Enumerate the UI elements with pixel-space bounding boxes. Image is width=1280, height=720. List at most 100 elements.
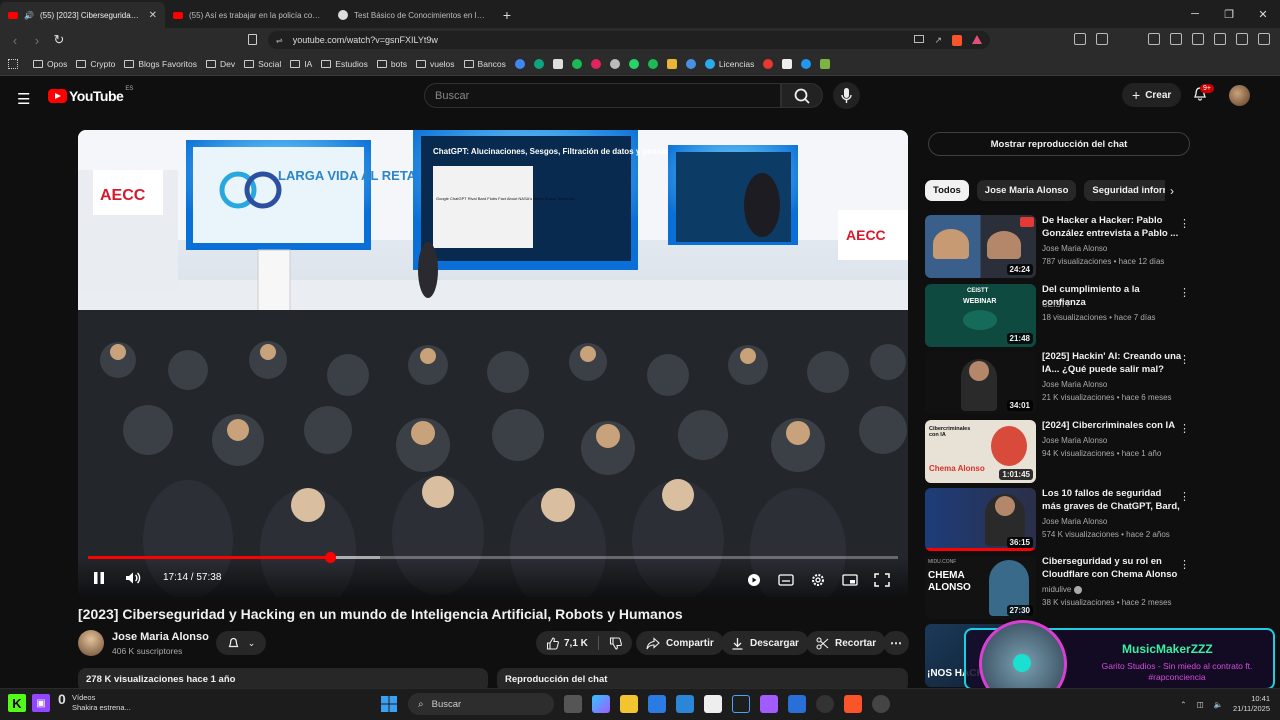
account-avatar[interactable]	[1229, 85, 1250, 106]
recommendation-item[interactable]: CEISTT WEBINAR 21:48 Del cumplimiento a …	[925, 284, 1190, 347]
chevron-up-icon[interactable]: ⌃	[1180, 700, 1186, 709]
notion-icon[interactable]	[552, 58, 563, 69]
taskbar-search[interactable]: ⌕ Buscar	[408, 693, 554, 715]
spotify-icon[interactable]	[647, 58, 658, 69]
subscribed-bell-button[interactable]: ⌄	[216, 631, 266, 655]
windows-start-icon[interactable]	[380, 695, 398, 713]
forward-icon[interactable]: ›	[26, 33, 48, 48]
volume-button[interactable]	[125, 571, 143, 585]
app-icon[interactable]	[760, 695, 778, 713]
powershell-icon[interactable]	[788, 695, 806, 713]
news-widget[interactable]: 0 Vídeos Shakira estrena...	[58, 692, 131, 713]
chip-all[interactable]: Todos	[925, 180, 969, 201]
site-icon[interactable]	[782, 58, 793, 69]
more-vertical-icon[interactable]: ⋮	[1179, 286, 1190, 299]
rec-channel[interactable]: Jose Maria Alonso	[1042, 436, 1107, 445]
youtube-logo[interactable]: YouTube ES	[48, 86, 133, 104]
bookmark-crypto[interactable]: Crypto	[76, 59, 115, 69]
cast-icon[interactable]	[914, 34, 925, 43]
site-icon[interactable]	[571, 58, 582, 69]
chip-channel[interactable]: Jose Maria Alonso	[976, 180, 1077, 201]
more-vertical-icon[interactable]: ⋮	[1179, 422, 1190, 435]
vpn-icon[interactable]	[1236, 33, 1248, 45]
bookmark-vuelos[interactable]: vuelos	[415, 59, 455, 69]
minimize-icon[interactable]: ─	[1178, 8, 1212, 20]
extension-icon[interactable]	[1074, 33, 1086, 45]
bookmark-dev[interactable]: Dev	[205, 59, 235, 69]
recommendation-item[interactable]: MIDU.CONF CHEMA ALONSO 27:30 Ciberseguri…	[925, 556, 1190, 619]
bookmark-bancos[interactable]: Bancos	[463, 59, 506, 69]
hamburger-menu-icon[interactable]: ☰	[17, 90, 30, 108]
rec-channel[interactable]: midulive	[1042, 585, 1082, 594]
create-button[interactable]: + Crear	[1122, 83, 1182, 107]
share-icon[interactable]: ↗	[934, 35, 942, 46]
file-explorer-icon[interactable]	[620, 695, 638, 713]
search-button[interactable]	[781, 83, 823, 108]
app-icon[interactable]	[872, 695, 890, 713]
autoplay-icon[interactable]	[746, 573, 762, 587]
site-icon[interactable]	[820, 58, 831, 69]
copilot-icon[interactable]	[592, 695, 610, 713]
thumbs-down-icon[interactable]	[609, 636, 622, 650]
drive-icon[interactable]	[514, 58, 525, 69]
network-icon[interactable]: ◫	[1197, 700, 1204, 709]
share-button[interactable]: Compartir	[636, 631, 724, 655]
video-thumbnail[interactable]: MIDU.CONF CHEMA ALONSO 27:30	[925, 556, 1036, 619]
site-icon[interactable]	[801, 58, 812, 69]
like-button[interactable]: 7,1 K	[546, 636, 588, 650]
new-tab-button[interactable]: +	[495, 2, 519, 28]
speaker-icon[interactable]: 🔈	[1214, 700, 1223, 709]
extension-icon[interactable]	[1096, 33, 1108, 45]
whatsapp-icon[interactable]	[628, 58, 639, 69]
chevron-right-icon[interactable]: ›	[1170, 184, 1174, 198]
music-icon[interactable]	[1148, 33, 1160, 45]
github-icon[interactable]	[816, 695, 834, 713]
subtitles-icon[interactable]	[778, 573, 794, 587]
recommendation-item[interactable]: 34:01 [2025] Hackin' AI: Creando una IA.…	[925, 351, 1190, 414]
reload-icon[interactable]: ↻	[48, 32, 70, 48]
tab-test[interactable]: Test Básico de Conocimientos en Inst	[330, 2, 495, 28]
miniplayer-icon[interactable]	[842, 573, 858, 587]
chatgpt-icon[interactable]	[533, 58, 544, 69]
wallet-icon[interactable]	[1192, 33, 1204, 45]
rec-channel[interactable]: Jose Maria Alonso	[1042, 380, 1107, 389]
recommendation-item[interactable]: Cibercriminales con IA Chema Alonso 1:01…	[925, 420, 1190, 483]
task-view-icon[interactable]	[564, 695, 582, 713]
bookmark-icon[interactable]	[248, 34, 257, 45]
video-thumbnail[interactable]: CEISTT WEBINAR 21:48	[925, 284, 1036, 347]
more-vertical-icon[interactable]: ⋮	[1179, 353, 1190, 366]
site-icon[interactable]	[685, 58, 696, 69]
app-icon[interactable]	[704, 695, 722, 713]
more-actions-button[interactable]: ⋯	[883, 631, 909, 655]
tab-ciberseguridad[interactable]: 🔊 (55) [2023] Ciberseguridad y Ha ✕	[0, 2, 165, 28]
channel-avatar[interactable]	[78, 630, 104, 656]
settings-gear-icon[interactable]	[810, 573, 826, 587]
video-player[interactable]: LARGA VIDA AL RETAIL ChatGPT: Alucinacio…	[78, 130, 908, 597]
app-icon[interactable]	[732, 695, 750, 713]
apps-grid-icon[interactable]	[8, 58, 18, 69]
search-input[interactable]: Buscar	[424, 83, 781, 108]
video-thumbnail[interactable]: 36:15	[925, 488, 1036, 551]
close-tab-icon[interactable]: ✕	[149, 10, 157, 21]
vscode-icon[interactable]	[676, 695, 694, 713]
back-icon[interactable]: ‹	[4, 33, 26, 48]
site-icon[interactable]	[609, 58, 620, 69]
pause-button[interactable]	[92, 571, 106, 585]
brave-icon[interactable]	[844, 695, 862, 713]
channel-name[interactable]: Jose Maria Alonso	[112, 631, 209, 643]
store-icon[interactable]	[648, 695, 666, 713]
recommendation-item[interactable]: 24:24 De Hacker a Hacker: Pablo González…	[925, 215, 1190, 278]
bookmark-bots[interactable]: bots	[376, 59, 407, 69]
recommendation-item[interactable]: 36:15 Los 10 fallos de seguridad más gra…	[925, 488, 1190, 551]
clock[interactable]: 10:41 21/11/2025	[1233, 694, 1270, 714]
bookmark-estudios[interactable]: Estudios	[321, 59, 368, 69]
bookmark-social[interactable]: Social	[244, 59, 281, 69]
more-vertical-icon[interactable]: ⋮	[1179, 558, 1190, 571]
fullscreen-icon[interactable]	[874, 573, 890, 587]
brave-shield-icon[interactable]	[952, 34, 962, 46]
twitch-icon[interactable]: ▣	[32, 694, 50, 712]
site-info-icon[interactable]: ⇌	[276, 36, 283, 45]
clip-button[interactable]: Recortar	[806, 631, 887, 655]
site-icon[interactable]	[590, 58, 601, 69]
show-chat-replay-button[interactable]: Mostrar reproducción del chat	[928, 132, 1190, 156]
